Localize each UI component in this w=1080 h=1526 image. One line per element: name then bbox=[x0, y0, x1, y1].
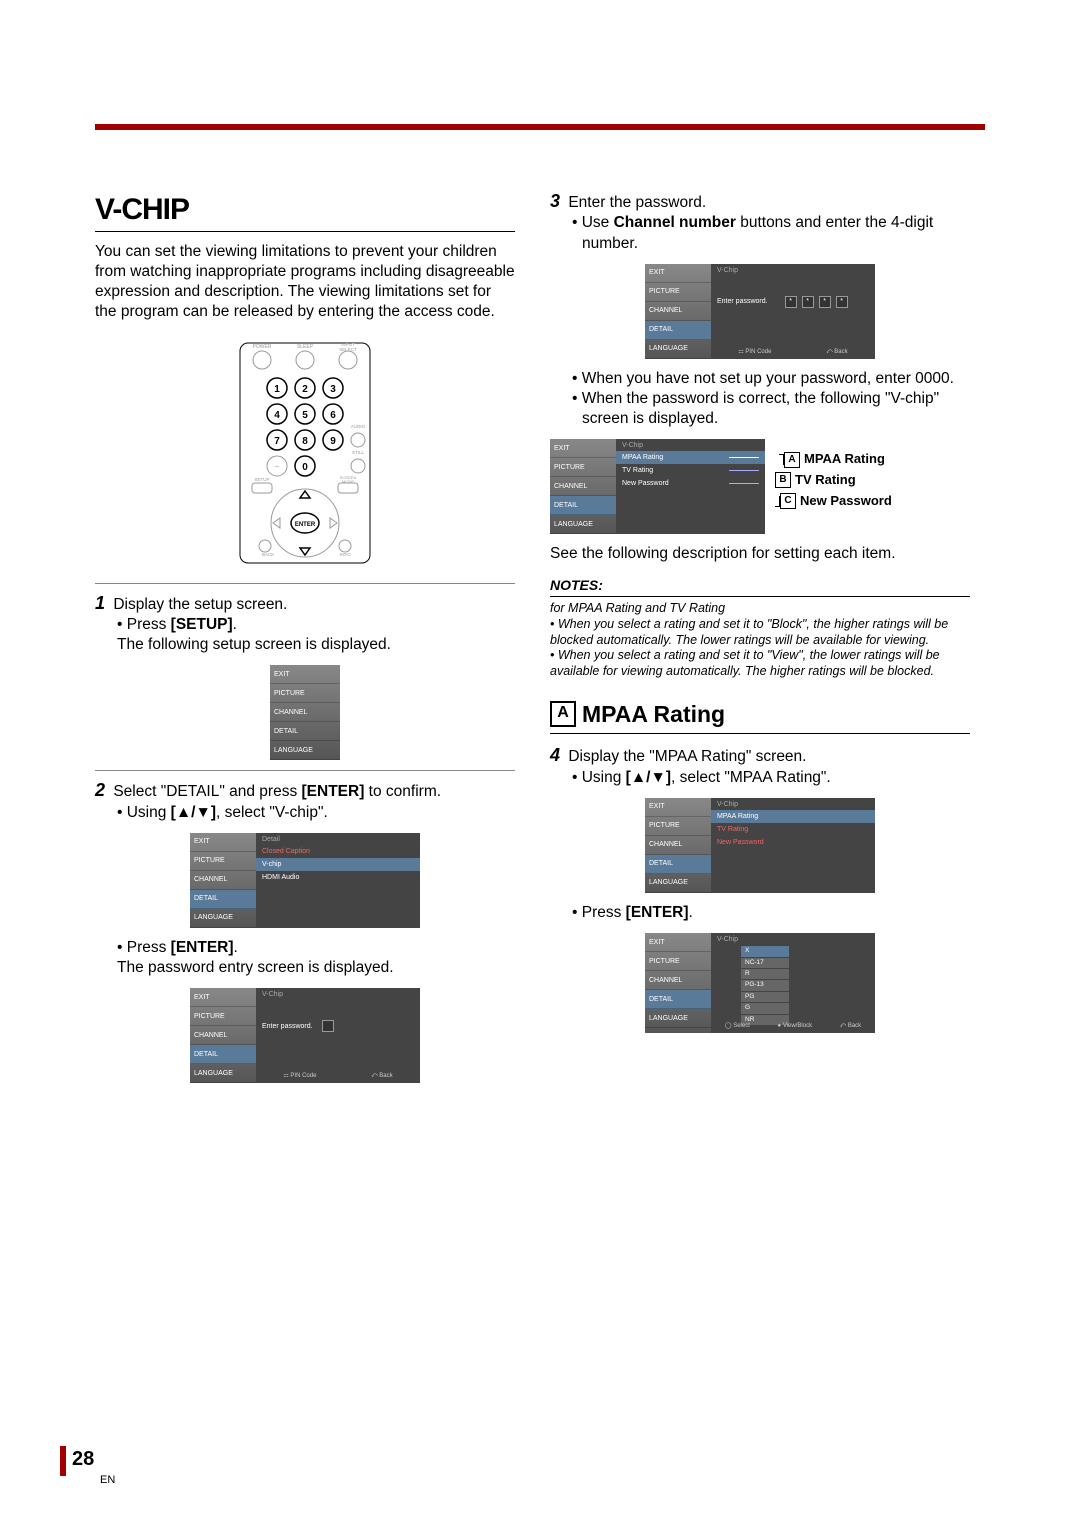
svg-text:SLEEP: SLEEP bbox=[297, 344, 314, 350]
step-3: 3 Enter the password. • Use Channel numb… bbox=[550, 190, 970, 564]
section-title: V-CHIP bbox=[95, 190, 515, 232]
tv-screenshot-detail: EXIT PICTURE CHANNEL DETAIL LANGUAGE Det… bbox=[190, 833, 420, 928]
svg-text:POWER: POWER bbox=[253, 344, 272, 350]
svg-text:2: 2 bbox=[302, 384, 308, 395]
vchip-menu-with-legend: EXIT PICTURE CHANNEL DETAIL LANGUAGE V-C… bbox=[550, 429, 970, 544]
step-4: 4 Display the "MPAA Rating" screen. • Us… bbox=[550, 744, 970, 1033]
svg-text:1: 1 bbox=[274, 384, 280, 395]
tv-screenshot-mpaa-list: EXIT PICTURE CHANNEL DETAIL LANGUAGE V-C… bbox=[645, 933, 875, 1033]
intro-text: You can set the viewing limitations to p… bbox=[95, 242, 515, 323]
svg-text:STILL: STILL bbox=[352, 450, 365, 455]
step-2: 2 Select "DETAIL" and press [ENTER] to c… bbox=[95, 770, 515, 1083]
step-text: Display the setup screen. bbox=[113, 596, 287, 613]
svg-text:0: 0 bbox=[302, 462, 308, 473]
svg-text:4: 4 bbox=[274, 410, 280, 421]
remote-illustration: POWER SLEEP INPUTSELECT AUDIO STILL 123 bbox=[230, 338, 380, 568]
right-column: 3 Enter the password. • Use Channel numb… bbox=[550, 190, 970, 1093]
svg-text:MODE: MODE bbox=[342, 479, 354, 484]
svg-text:AUDIO: AUDIO bbox=[351, 424, 366, 429]
svg-text:8: 8 bbox=[302, 436, 308, 447]
svg-text:3: 3 bbox=[330, 384, 336, 395]
footer-lang: EN bbox=[100, 1474, 115, 1486]
svg-text:7: 7 bbox=[274, 436, 280, 447]
svg-text:SELECT: SELECT bbox=[339, 347, 357, 352]
svg-text:5: 5 bbox=[302, 410, 308, 421]
svg-text:INFO: INFO bbox=[340, 552, 351, 557]
notes-header: NOTES: bbox=[550, 576, 970, 597]
step-1: 1 Display the setup screen. • Press [SET… bbox=[95, 583, 515, 761]
tv-screenshot-password-empty: EXIT PICTURE CHANNEL DETAIL LANGUAGE V-C… bbox=[190, 988, 420, 1083]
header-rule bbox=[95, 124, 985, 130]
tv-screenshot-vchip-menu: EXIT PICTURE CHANNEL DETAIL LANGUAGE V-C… bbox=[550, 439, 765, 534]
step-num: 1 bbox=[95, 593, 105, 613]
left-column: V-CHIP You can set the viewing limitatio… bbox=[95, 190, 515, 1093]
svg-text:9: 9 bbox=[330, 436, 336, 447]
content: V-CHIP You can set the viewing limitatio… bbox=[95, 190, 970, 1093]
tv-screenshot-setup: EXIT PICTURE CHANNEL DETAIL LANGUAGE bbox=[270, 665, 340, 760]
svg-text:BACK: BACK bbox=[262, 552, 274, 557]
mpaa-subheading: A MPAA Rating bbox=[550, 700, 970, 735]
svg-text:SETUP: SETUP bbox=[254, 477, 269, 482]
notes-body: for MPAA Rating and TV Rating • When you… bbox=[550, 601, 970, 679]
remote-svg: POWER SLEEP INPUTSELECT AUDIO STILL 123 bbox=[230, 338, 380, 568]
page-number: 28 bbox=[72, 1448, 94, 1471]
tv-screenshot-mpaa-select: EXIT PICTURE CHANNEL DETAIL LANGUAGE V-C… bbox=[645, 798, 875, 893]
svg-text:–: – bbox=[275, 462, 280, 471]
page-number-bar bbox=[60, 1446, 66, 1476]
svg-text:ENTER: ENTER bbox=[295, 522, 316, 528]
svg-text:6: 6 bbox=[330, 410, 336, 421]
page: V-CHIP You can set the viewing limitatio… bbox=[0, 0, 1080, 1526]
tv-screenshot-password-filled: EXIT PICTURE CHANNEL DETAIL LANGUAGE V-C… bbox=[645, 264, 875, 359]
